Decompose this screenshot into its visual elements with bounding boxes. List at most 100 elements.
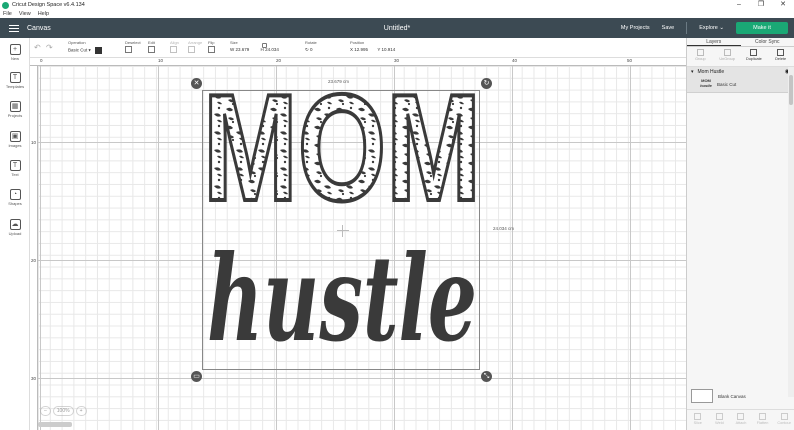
size-h-input[interactable]: 24.034 [265,47,279,52]
ruler-tick-label: 30 [31,376,37,381]
divider [686,22,688,34]
hamburger-menu-icon[interactable] [9,23,19,34]
resize-handle-icon[interactable]: ⤡ [481,371,492,382]
size-w-input[interactable]: 23.679 [236,47,250,52]
ungroup-button[interactable]: UnGroup [714,47,741,66]
explore-label: Explore [699,25,718,31]
color-swatch[interactable] [95,47,103,54]
ruler-tick-label: 10 [31,140,37,145]
pos-y-label: Y [377,47,381,52]
menu-file[interactable]: File [3,10,12,18]
layer-group-row[interactable]: ▾ Mom Hustle ◉ [687,67,794,76]
sidebar-item-text[interactable]: T Text [0,160,30,177]
minimize-icon[interactable]: – [728,0,750,10]
text-icon: T [9,160,21,171]
attach-icon [737,413,745,420]
sidebar-item-new[interactable]: + New [0,44,30,61]
lock-aspect-icon[interactable] [262,43,267,48]
size-label: Size [230,40,238,45]
menu-bar: File View Help [0,10,794,18]
tab-layers[interactable]: Layers [687,38,741,46]
group-button[interactable]: Group [687,47,714,66]
group-name: Mom Hustle [697,68,725,75]
explore-button[interactable]: Explore ⌄ [699,25,724,31]
app-header: Canvas Untitled* My Projects Save Explor… [0,18,794,38]
arrange-icon[interactable] [188,46,195,53]
redo-icon[interactable]: ↷ [46,43,53,52]
blank-canvas-row[interactable]: Blank Canvas [691,389,746,403]
rotate-control: Rotate ↻ 0 [305,40,317,53]
rotate-handle-icon[interactable]: ↻ [481,78,492,89]
ruler-tick-label: 20 [31,258,37,263]
ruler-tick-label: 50 [627,58,633,63]
tool-label: Contour [777,421,791,425]
edit-control: Edit [148,40,155,53]
position-control: Position X 12.995 Y 10.914 [350,40,395,52]
make-it-button[interactable]: Make it [736,22,788,34]
canvas-label: Canvas [27,24,51,32]
duplicate-button[interactable]: Duplicate [741,47,768,66]
attach-button[interactable]: Attach [730,410,752,430]
panel-scrollbar[interactable] [788,67,794,397]
layers-panel: Layers Color Sync Group UnGroup Duplicat… [686,38,794,430]
tab-color-sync[interactable]: Color Sync [741,38,794,46]
pos-x-input[interactable]: 12.995 [354,47,368,52]
sidebar-item-projects[interactable]: ▦ Projects [0,101,30,118]
operation-label: Operation [68,40,86,45]
operation-select[interactable]: Basic Cut ▾ [68,47,103,54]
sidebar-item-templates[interactable]: T Templates [0,72,30,89]
shapes-icon: ◔ [9,189,21,200]
sidebar-item-images[interactable]: ▣ Images [0,131,30,148]
sidebar-label: Templates [5,84,25,89]
chevron-down-icon: ⌄ [719,25,724,31]
upload-icon: ☁ [9,219,21,230]
deselect-control: Deselect [125,40,141,53]
menu-help[interactable]: Help [38,10,49,18]
slice-button[interactable]: Slice [687,410,709,430]
layer-row[interactable]: MOM hustle Basic Cut [687,76,794,93]
lock-handle-icon[interactable]: ▭ [191,371,202,382]
zoom-out-button[interactable]: – [40,406,51,416]
sidebar-item-upload[interactable]: ☁ Upload [0,219,30,236]
delete-handle-icon[interactable]: ✕ [191,78,202,89]
rotate-input[interactable]: 0 [310,47,313,52]
save-button[interactable]: Save [662,25,675,31]
pos-y-input[interactable]: 10.914 [382,47,396,52]
tool-label: Slice [693,421,702,425]
close-icon[interactable]: ✕ [772,0,794,10]
flip-icon[interactable] [208,46,215,53]
ruler-top: 0 10 20 30 40 50 [30,58,686,66]
flip-control: Flip [208,40,215,53]
duplicate-icon [750,49,758,56]
zoom-value: 100% [52,406,74,416]
undo-icon[interactable]: ↶ [34,43,41,52]
deselect-icon[interactable] [125,46,132,53]
sidebar-item-shapes[interactable]: ◔ Shapes [0,189,30,206]
caret-down-icon[interactable]: ▾ [691,69,694,75]
canvas-swatch[interactable] [691,389,713,403]
slice-icon [694,413,702,420]
maximize-icon[interactable]: ❐ [750,0,772,10]
left-sidebar: + New T Templates ▦ Projects ▣ Images T Text … [0,38,30,430]
flatten-button[interactable]: Flatten [752,410,774,430]
delete-button[interactable]: Delete [767,47,794,66]
menu-view[interactable]: View [19,10,31,18]
my-projects-link[interactable]: My Projects [621,25,650,31]
horizontal-scrollbar[interactable] [38,422,72,427]
sidebar-label: New [10,56,19,61]
edit-icon[interactable] [148,46,155,53]
ungroup-icon [723,49,731,56]
weld-button[interactable]: Weld [709,410,731,430]
position-label: Position [350,40,365,45]
align-icon[interactable] [170,46,177,53]
height-readout: 24.034 cm [493,226,515,231]
app-icon [2,1,9,9]
weld-icon [715,413,723,420]
image-icon: ▣ [9,131,21,142]
flip-label: Flip [208,40,215,45]
zoom-in-button[interactable]: + [75,406,87,416]
grid-line [512,66,513,430]
contour-button[interactable]: Contour [773,410,794,430]
sidebar-label: Text [11,172,19,177]
trash-icon [777,49,785,56]
